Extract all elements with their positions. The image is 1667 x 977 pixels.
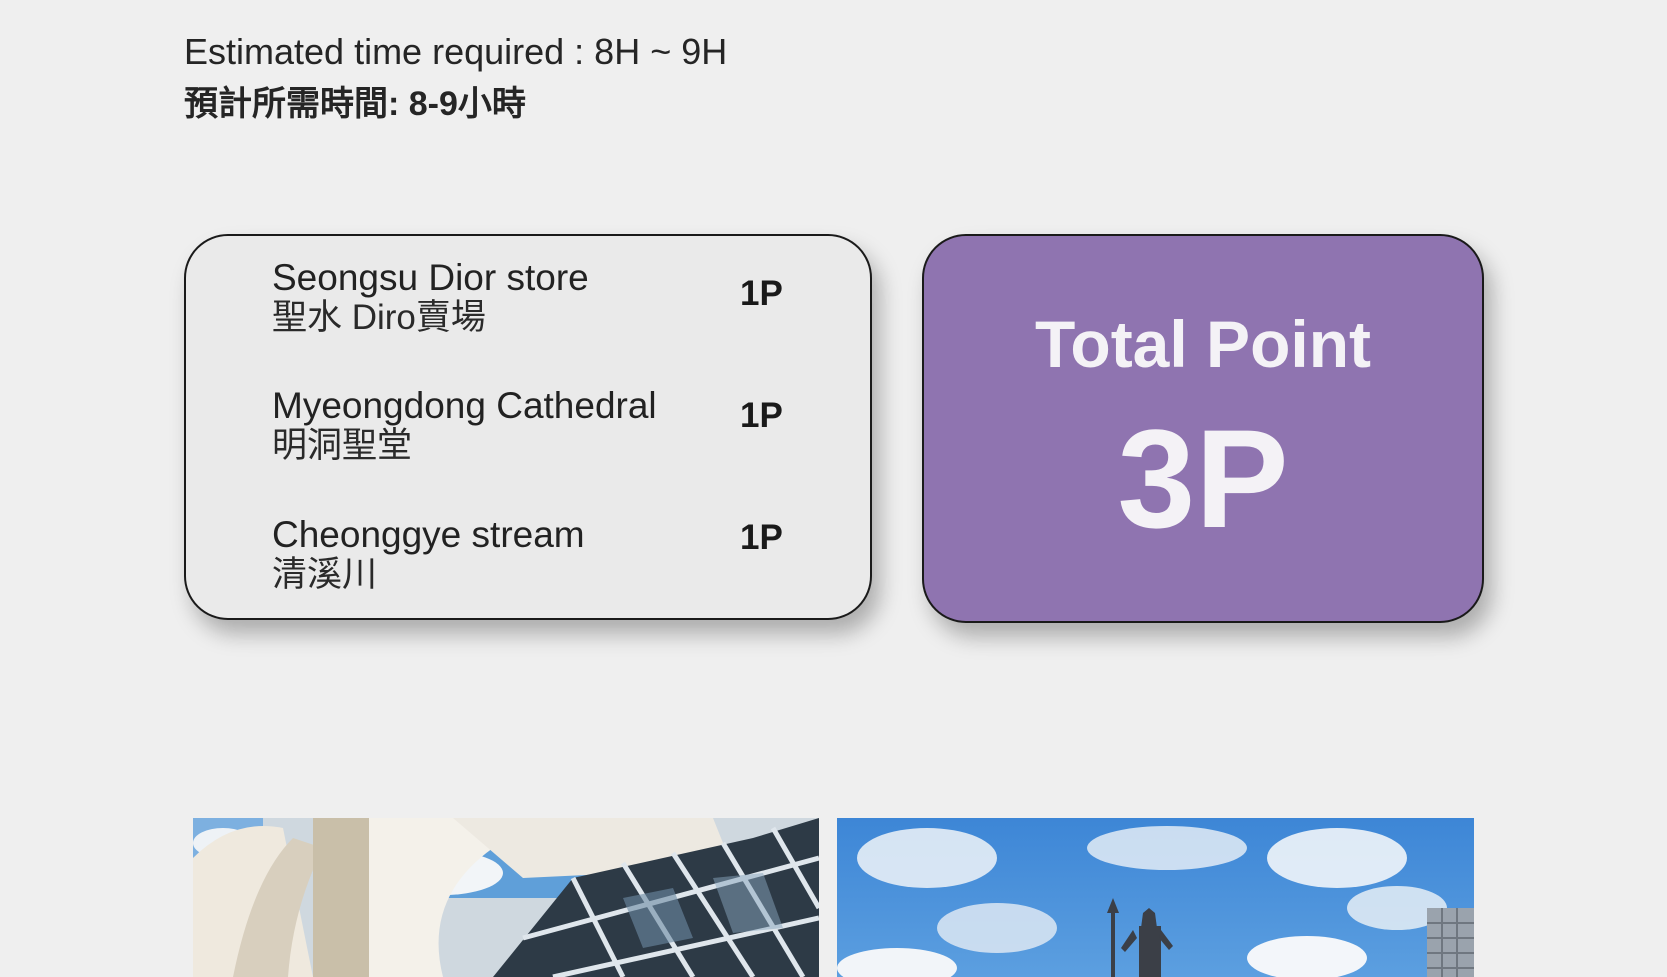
place-name-en: Seongsu Dior store [272,257,589,298]
total-point-card: Total Point 3P [922,234,1484,623]
place-item[interactable]: Seongsu Dior store 聖水 Diro賣場 [272,258,792,338]
total-point-label: Total Point [1034,307,1372,381]
place-item[interactable]: Myeongdong Cathedral 明洞聖堂 [272,386,792,466]
total-point-value: 3P [1117,400,1289,557]
place-name-en: Cheonggye stream [272,514,585,555]
estimated-time: Estimated time required : 8H ~ 9H 預計所需時間… [184,28,727,128]
place-points: 1P [740,518,783,557]
place-points: 1P [740,396,783,435]
building-photo [193,818,819,977]
place-name-en: Myeongdong Cathedral [272,385,657,426]
place-name-zh: 清溪川 [272,555,378,594]
place-name-zh: 聖水 Diro賣場 [272,298,486,337]
estimated-time-zh: 預計所需時間: 8-9小時 [184,85,526,123]
place-points: 1P [740,274,783,313]
places-card: Seongsu Dior store 聖水 Diro賣場 1P Myeongdo… [184,234,872,620]
place-item[interactable]: Cheonggye stream 清溪川 [272,515,792,595]
estimated-time-en: Estimated time required : 8H ~ 9H [184,31,728,72]
place-name-zh: 明洞聖堂 [272,426,413,465]
statue-photo [837,818,1474,977]
